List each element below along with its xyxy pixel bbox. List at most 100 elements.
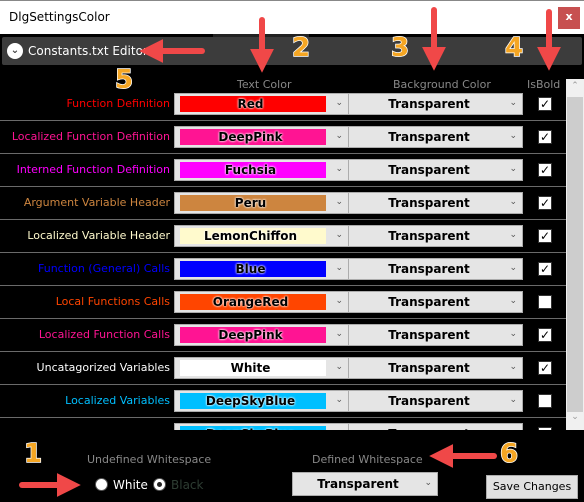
- text-color-combo[interactable]: DeepPink ⌄: [174, 126, 349, 148]
- expander-header[interactable]: ⌄ Constants.txt Editor: [2, 37, 582, 65]
- is-bold-checkbox[interactable]: ✓: [538, 163, 552, 177]
- chevron-down-icon: ⌄: [335, 395, 343, 405]
- chevron-down-icon: ⌄: [335, 428, 343, 430]
- combo-value: DeepPink: [218, 130, 283, 144]
- is-bold-checkbox[interactable]: ✓: [538, 196, 552, 210]
- chevron-down-icon: ⌄: [335, 296, 343, 306]
- chevron-down-icon: ⌄: [509, 98, 517, 108]
- background-color-combo[interactable]: Transparent ⌄: [348, 357, 523, 379]
- text-color-combo[interactable]: DeepPink ⌄: [174, 324, 349, 346]
- combo-value: Transparent: [388, 97, 470, 111]
- table-row: Localized Function Definition DeepPink ⌄ …: [0, 121, 566, 154]
- row-label: Localized Variable Header: [27, 229, 170, 242]
- row-label: Function Definition: [66, 97, 170, 110]
- combo-value: Transparent: [317, 477, 399, 491]
- chevron-down-icon: ⌄: [335, 230, 343, 240]
- title-bar: DlgSettingsColor x: [0, 0, 584, 34]
- scroll-up-icon[interactable]: ⌃: [566, 81, 584, 97]
- background-color-combo[interactable]: Transparent ⌄: [348, 291, 523, 313]
- combo-value: Peru: [234, 196, 267, 210]
- chevron-down-icon: ⌄: [509, 230, 517, 240]
- is-bold-checkbox[interactable]: [538, 295, 552, 309]
- table-row: Function (General) Calls Blue ⌄ Transpare…: [0, 253, 566, 286]
- chevron-down-icon: ⌄: [509, 329, 517, 339]
- is-bold-checkbox[interactable]: ✓: [538, 328, 552, 342]
- is-bold-checkbox[interactable]: ✓: [538, 262, 552, 276]
- scroll-down-icon[interactable]: ⌄: [566, 412, 584, 428]
- background-color-combo[interactable]: Transparent⌄: [348, 324, 523, 346]
- chevron-down-icon: ⌄: [509, 296, 517, 306]
- table-row: DeepSkyBlue⌄ Transparent⌄ ✓: [0, 418, 566, 430]
- is-bold-checkbox[interactable]: ✓: [538, 427, 552, 430]
- combo-value: Transparent: [388, 229, 470, 243]
- combo-value: DeepSkyBlue: [205, 394, 296, 408]
- radio-black[interactable]: [153, 478, 166, 491]
- window-title: DlgSettingsColor: [9, 10, 110, 24]
- background-color-combo[interactable]: Transparent ⌄: [348, 390, 523, 412]
- is-bold-checkbox[interactable]: ✓: [538, 130, 552, 144]
- text-color-combo[interactable]: LemonChiffon ⌄: [174, 225, 349, 247]
- scroll-thumb[interactable]: [567, 97, 583, 412]
- save-changes-button[interactable]: Save Changes: [486, 475, 578, 499]
- text-color-combo[interactable]: DeepSkyBlue ⌄: [174, 423, 349, 430]
- is-bold-checkbox[interactable]: [538, 394, 552, 408]
- radio-white[interactable]: [95, 478, 108, 491]
- chevron-down-icon: ⌄: [509, 362, 517, 372]
- combo-value: Transparent: [388, 196, 470, 210]
- combo-value: Transparent: [388, 130, 470, 144]
- text-color-combo[interactable]: OrangeRed ⌄: [174, 291, 349, 313]
- combo-value: Transparent: [388, 361, 470, 375]
- combo-value: Red: [237, 97, 264, 111]
- background-color-combo[interactable]: Transparent ⌄: [348, 225, 523, 247]
- combo-value: White: [230, 361, 271, 375]
- scrollbar[interactable]: ⌃ ⌄: [566, 79, 584, 430]
- combo-value: Transparent: [349, 427, 509, 430]
- background-color-combo[interactable]: Transparent ⌄: [348, 192, 523, 214]
- combo-value: Transparent: [388, 163, 470, 177]
- chevron-down-icon[interactable]: ⌄: [7, 43, 23, 59]
- defined-whitespace-label: Defined Whitespace: [312, 453, 423, 466]
- chevron-down-icon: ⌄: [509, 263, 517, 273]
- table-row: Localized Variable Header LemonChiffon ⌄ …: [0, 220, 566, 253]
- text-color-combo[interactable]: Red ⌄: [174, 93, 349, 115]
- chevron-down-icon: ⌄: [335, 164, 343, 174]
- chevron-down-icon: ⌄: [509, 428, 517, 430]
- background-color-combo[interactable]: Transparent⌄: [348, 126, 523, 148]
- text-color-combo[interactable]: Blue ⌄: [174, 258, 349, 280]
- combo-value: Blue: [235, 262, 266, 276]
- row-label: Interned Function Definition: [16, 163, 170, 176]
- text-color-combo[interactable]: DeepSkyBlue ⌄: [174, 390, 349, 412]
- chevron-down-icon: ⌄: [509, 395, 517, 405]
- combo-value: Transparent: [388, 394, 470, 408]
- chevron-down-icon: ⌄: [335, 131, 343, 141]
- close-button[interactable]: x: [558, 7, 580, 29]
- chevron-down-icon: ⌄: [509, 197, 517, 207]
- combo-value: Fuchsia: [224, 163, 277, 177]
- table-row: Interned Function Definition Fuchsia ⌄ Tr…: [0, 154, 566, 187]
- settings-list: Function Definition Red ⌄ Transparent ⌄ ✓ L…: [0, 88, 566, 430]
- combo-value: Transparent: [388, 295, 470, 309]
- background-color-combo[interactable]: Transparent ⌄: [348, 159, 523, 181]
- is-bold-checkbox[interactable]: ✓: [538, 361, 552, 375]
- combo-value: DeepPink: [218, 328, 283, 342]
- text-color-combo[interactable]: White ⌄: [174, 357, 349, 379]
- chevron-down-icon: ⌄: [335, 329, 343, 339]
- row-label: Local Functions Calls: [55, 295, 170, 308]
- table-row: Uncatagorized Variables White ⌄ Transpare…: [0, 352, 566, 385]
- background-color-combo[interactable]: Transparent⌄: [348, 258, 523, 280]
- row-label: Uncatagorized Variables: [36, 361, 170, 374]
- table-row: Localized Function Calls DeepPink ⌄ Trans…: [0, 319, 566, 352]
- is-bold-checkbox[interactable]: ✓: [538, 229, 552, 243]
- annotation-number: 6: [500, 439, 518, 469]
- background-color-combo[interactable]: Transparent ⌄: [348, 93, 523, 115]
- row-label: Localized Function Calls: [38, 328, 170, 341]
- undefined-whitespace-label: Undefined Whitespace: [87, 453, 212, 466]
- annotation-number: 1: [24, 439, 42, 469]
- chevron-down-icon: ⌄: [509, 164, 517, 174]
- background-color-combo[interactable]: Transparent⌄: [348, 423, 523, 430]
- expander-label: Constants.txt Editor: [28, 44, 148, 58]
- text-color-combo[interactable]: Peru ⌄: [174, 192, 349, 214]
- defined-whitespace-combo[interactable]: Transparent ⌄: [292, 472, 438, 496]
- text-color-combo[interactable]: Fuchsia ⌄: [174, 159, 349, 181]
- is-bold-checkbox[interactable]: ✓: [538, 97, 552, 111]
